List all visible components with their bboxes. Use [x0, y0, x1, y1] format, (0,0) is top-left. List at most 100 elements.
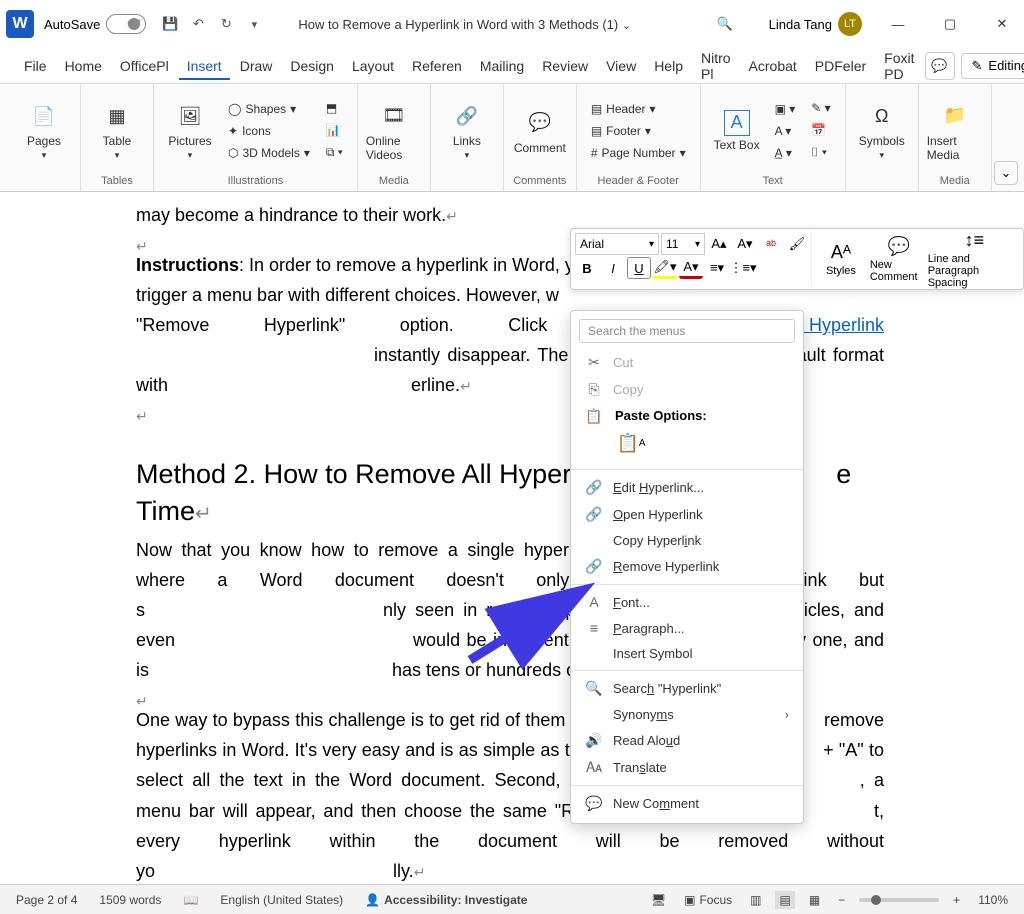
menu-design[interactable]: Design: [282, 52, 342, 80]
user-name[interactable]: Linda Tang: [769, 17, 832, 32]
translate-item[interactable]: 🗛Translate: [571, 754, 803, 781]
3d-models-button[interactable]: ⬡ 3D Models ▾: [222, 143, 316, 163]
shapes-button[interactable]: ◯ Shapes ▾: [222, 99, 316, 119]
grow-font-icon[interactable]: A▴: [707, 233, 731, 255]
menu-acrobat[interactable]: Acrobat: [741, 52, 805, 80]
symbols-button[interactable]: ΩSymbols▾: [854, 93, 910, 169]
menu-help[interactable]: Help: [646, 52, 691, 80]
table-button[interactable]: ▦Table▾: [89, 93, 145, 169]
edit-hyperlink-item[interactable]: 🔗Edit Hyperlink...: [571, 474, 803, 501]
zoom-out-button[interactable]: −: [834, 891, 849, 909]
close-button[interactable]: ✕: [986, 8, 1018, 40]
redo-icon[interactable]: ↻: [212, 10, 240, 38]
menu-nitro[interactable]: Nitro Pl: [693, 44, 739, 88]
open-hyperlink-item[interactable]: 🔗Open Hyperlink: [571, 501, 803, 528]
menu-layout[interactable]: Layout: [344, 52, 402, 80]
comment-button[interactable]: 💬Comment: [512, 93, 568, 169]
pictures-button[interactable]: 🖼Pictures▾: [162, 93, 218, 169]
menu-draw[interactable]: Draw: [232, 52, 281, 80]
icons-button[interactable]: ✦ Icons: [222, 121, 316, 141]
menu-insert[interactable]: Insert: [179, 52, 230, 80]
zoom-slider[interactable]: [859, 898, 939, 902]
synonyms-item[interactable]: Synonyms›: [571, 702, 803, 727]
word-count[interactable]: 1509 words: [95, 891, 165, 909]
font-size-select[interactable]: 11▾: [661, 233, 705, 255]
text-box-button[interactable]: AText Box: [709, 93, 765, 169]
styles-button[interactable]: AᴬStyles: [812, 231, 870, 287]
numbering-button[interactable]: ⋮≡▾: [731, 257, 755, 279]
maximize-button[interactable]: ▢: [934, 8, 966, 40]
save-icon[interactable]: 💾: [156, 10, 184, 38]
ribbon-collapse-button[interactable]: ⌄: [994, 161, 1018, 185]
bullets-button[interactable]: ≡▾: [705, 257, 729, 279]
underline-button[interactable]: U: [627, 257, 651, 279]
copy-hyperlink-item[interactable]: Copy Hyperlink: [571, 528, 803, 553]
line-spacing-button[interactable]: ↕≡Line and Paragraph Spacing: [928, 231, 1021, 287]
online-videos-button[interactable]: 🎞Online Videos: [366, 93, 422, 169]
paragraph-icon: ≡: [585, 620, 603, 636]
page-indicator[interactable]: Page 2 of 4: [12, 891, 81, 909]
highlight-button[interactable]: 🖍▾: [653, 257, 677, 279]
menu-pdfelement[interactable]: PDFeler: [807, 52, 874, 80]
display-settings-icon[interactable]: 🖥: [647, 891, 670, 909]
insert-symbol-item[interactable]: Insert Symbol: [571, 641, 803, 666]
zoom-level[interactable]: 110%: [974, 891, 1012, 909]
accessibility-indicator[interactable]: 👤 Accessibility: Investigate: [361, 891, 531, 909]
minimize-button[interactable]: —: [882, 8, 914, 40]
undo-icon[interactable]: ↶: [184, 10, 212, 38]
search-icon[interactable]: 🔍: [711, 10, 739, 38]
menu-view[interactable]: View: [598, 52, 644, 80]
font-color-button[interactable]: A▾: [679, 257, 703, 279]
font-family-select[interactable]: Arial▾: [575, 233, 659, 255]
new-comment-button[interactable]: 💬New Comment: [870, 231, 928, 287]
format-painter-icon[interactable]: 🖌: [785, 233, 809, 255]
font-item[interactable]: AFont...: [571, 589, 803, 615]
phonetic-guide-icon[interactable]: ᵃᵇ: [759, 233, 783, 255]
quick-parts-button[interactable]: ▣ ▾: [769, 99, 802, 119]
read-aloud-item[interactable]: 🔊Read Aloud: [571, 727, 803, 754]
web-layout-icon[interactable]: ▦: [805, 891, 824, 909]
document-area[interactable]: may become a hindrance to their work.↵ ↵…: [0, 192, 1024, 884]
header-button[interactable]: ▤ Header ▾: [585, 99, 692, 119]
zoom-in-button[interactable]: +: [949, 891, 964, 909]
signature-line-button[interactable]: ✎ ▾: [805, 98, 836, 118]
read-mode-icon[interactable]: ▥: [746, 891, 765, 909]
menu-home[interactable]: Home: [57, 52, 110, 80]
print-layout-icon[interactable]: ▤: [775, 891, 794, 909]
wordart-button[interactable]: A ▾: [769, 121, 802, 141]
page-number-button[interactable]: # Page Number ▾: [585, 143, 692, 163]
menu-foxit[interactable]: Foxit PD: [876, 44, 922, 88]
editing-mode-button[interactable]: ✎ Editing ▾: [961, 53, 1024, 79]
focus-mode-button[interactable]: ▣ Focus: [680, 891, 736, 909]
shrink-font-icon[interactable]: A▾: [733, 233, 757, 255]
insert-media-button[interactable]: 📁Insert Media: [927, 93, 983, 169]
links-button[interactable]: 🔗Links▾: [439, 93, 495, 169]
menu-review[interactable]: Review: [534, 52, 596, 80]
paste-keep-text-button[interactable]: 📋A: [615, 427, 647, 459]
language-indicator[interactable]: English (United States): [216, 891, 347, 909]
document-title[interactable]: How to Remove a Hyperlink in Word with 3…: [298, 17, 631, 32]
remove-hyperlink-item[interactable]: 🔗Remove Hyperlink: [571, 553, 803, 580]
new-comment-item[interactable]: 💬New Comment: [571, 790, 803, 817]
paragraph-item[interactable]: ≡Paragraph...: [571, 615, 803, 641]
smartart-button[interactable]: ⬒: [320, 98, 349, 118]
autosave-toggle[interactable]: Off: [106, 14, 146, 34]
menu-search-input[interactable]: Search the menus: [579, 319, 795, 343]
menu-references[interactable]: Referen: [404, 52, 470, 80]
search-hyperlink-item[interactable]: 🔍Search "Hyperlink": [571, 675, 803, 702]
drop-cap-button[interactable]: A̲ ▾: [769, 143, 802, 163]
menu-file[interactable]: File: [16, 52, 55, 80]
comments-pane-button[interactable]: 💬: [925, 52, 955, 80]
italic-button[interactable]: I: [601, 257, 625, 279]
screenshot-button[interactable]: ⧉ ▾: [320, 142, 349, 163]
chart-button[interactable]: 📊: [320, 120, 349, 140]
menu-mailings[interactable]: Mailing: [472, 52, 532, 80]
date-time-button[interactable]: 📅: [805, 120, 836, 140]
bold-button[interactable]: B: [575, 257, 599, 279]
avatar[interactable]: LT: [838, 12, 862, 36]
pages-button[interactable]: 📄Pages▾: [16, 93, 72, 169]
spell-check-icon[interactable]: 📖: [179, 891, 202, 909]
qat-customize-icon[interactable]: ▾: [240, 10, 268, 38]
object-button[interactable]: ⌷ ▾: [805, 142, 836, 163]
menu-officepl[interactable]: OfficePl: [112, 52, 177, 80]
